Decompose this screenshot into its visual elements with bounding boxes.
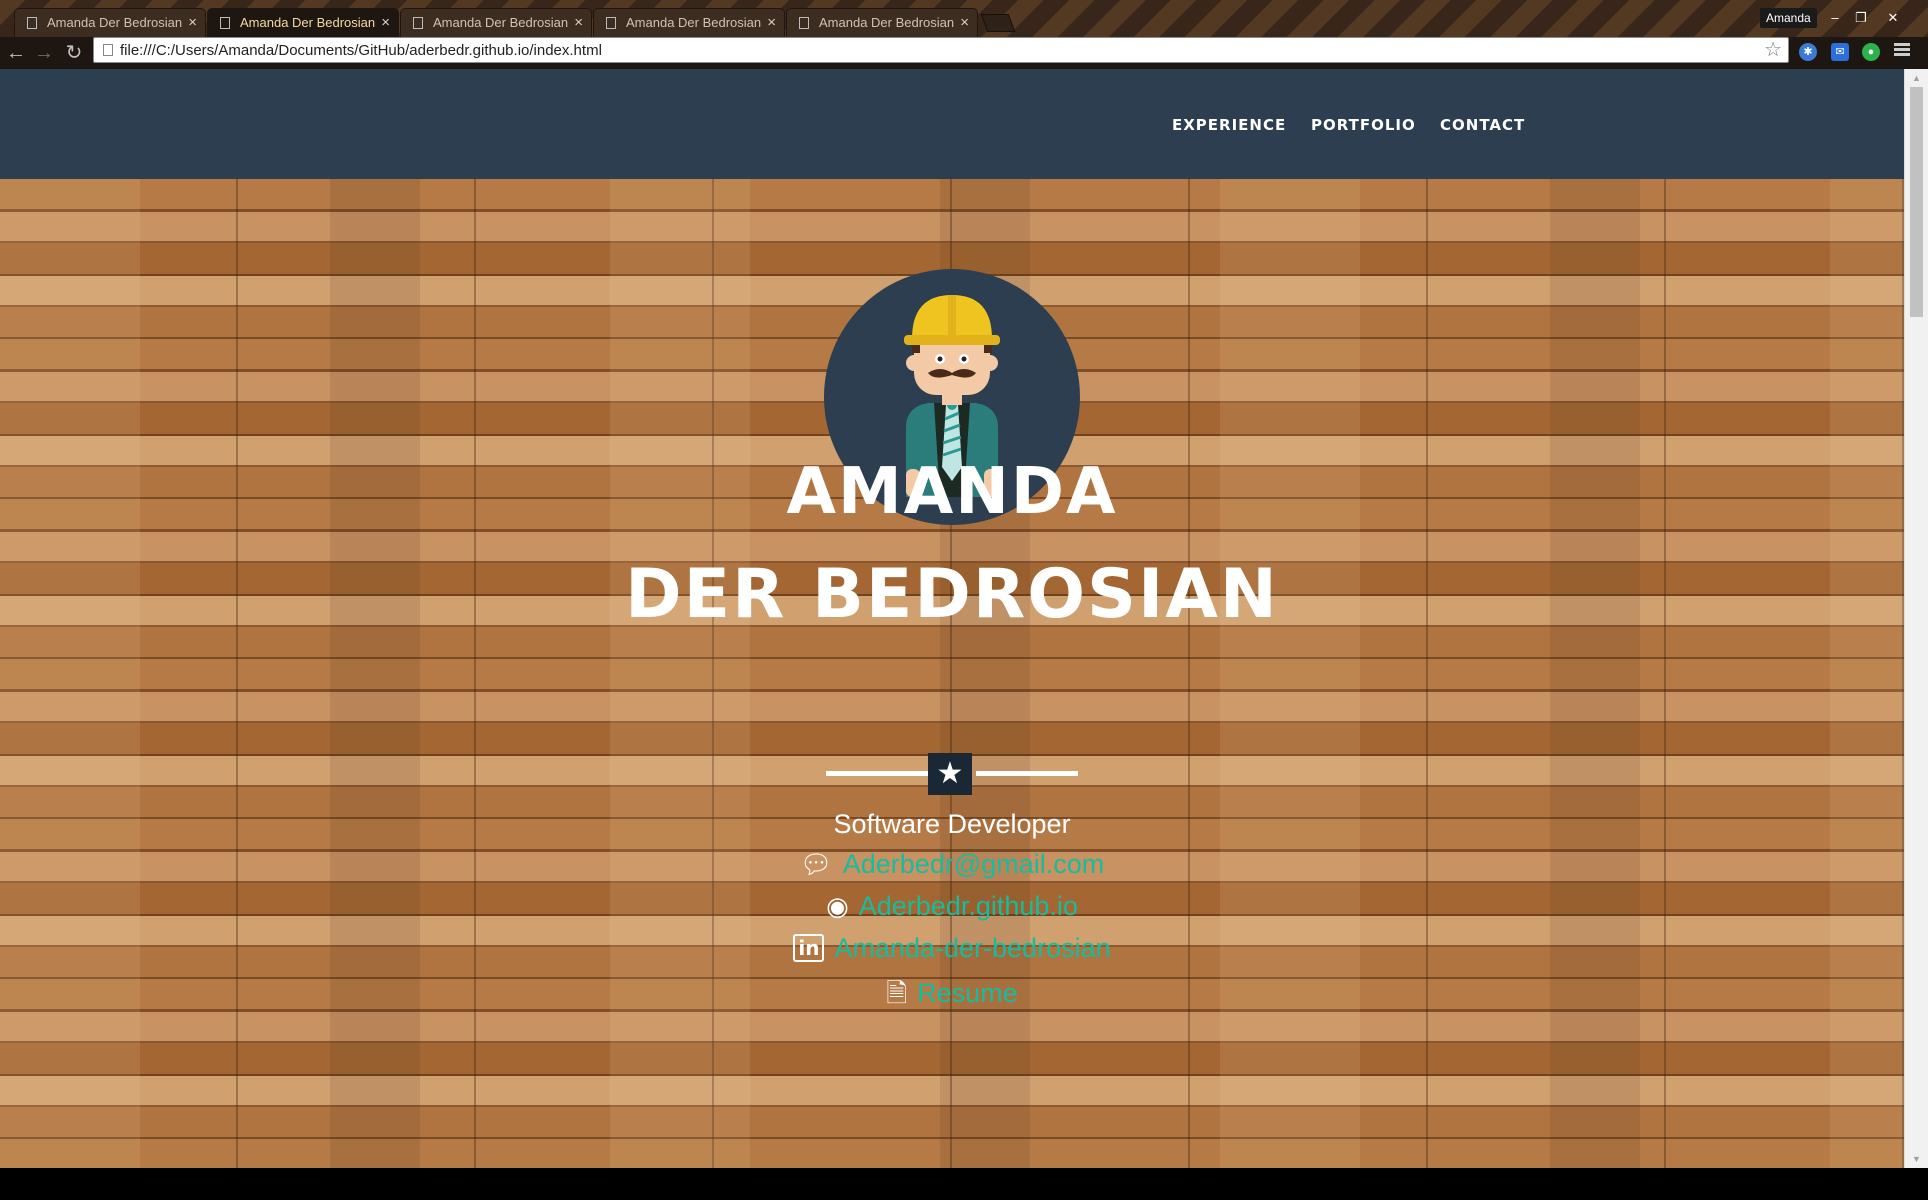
tab-3[interactable]: Amanda Der Bedrosian × (400, 8, 592, 37)
page-viewport: EXPERIENCE PORTFOLIO CONTACT AMANDA DER … (0, 69, 1904, 1168)
url-input[interactable] (120, 40, 1740, 60)
close-icon[interactable]: × (188, 9, 197, 36)
tab-title: Amanda Der Bedrosian (240, 15, 376, 30)
page-icon (27, 17, 37, 29)
page-icon (220, 17, 230, 29)
vertical-scrollbar[interactable]: ▲ ▼ (1904, 69, 1928, 1168)
tab-5[interactable]: Amanda Der Bedrosian × (786, 8, 978, 37)
extension-globe-icon[interactable]: ✱ (1799, 43, 1817, 61)
site-navbar: EXPERIENCE PORTFOLIO CONTACT (0, 69, 1904, 179)
restore-icon[interactable]: ❐ (1848, 8, 1874, 28)
page-icon (413, 17, 423, 29)
address-bar[interactable]: ☆ (93, 37, 1789, 63)
close-icon[interactable]: × (960, 9, 969, 36)
arrow-right-icon[interactable]: → (32, 41, 56, 65)
hero-name-line2: DER BEDROSIAN (625, 555, 1279, 634)
github-icon: ◉ (826, 891, 849, 921)
tab-title: Amanda Der Bedrosian (819, 15, 955, 30)
scroll-up-icon[interactable]: ▲ (1912, 73, 1921, 83)
nav-experience-link[interactable]: EXPERIENCE (1172, 116, 1286, 134)
page-icon (799, 17, 809, 29)
close-icon[interactable]: × (574, 9, 583, 36)
extension-evernote-icon[interactable]: ● (1862, 43, 1880, 61)
hero-subtitle: Software Developer (833, 809, 1071, 839)
new-tab-button[interactable] (980, 14, 1016, 32)
tab-title: Amanda Der Bedrosian (433, 15, 569, 30)
tab-4[interactable]: Amanda Der Bedrosian × (593, 8, 785, 37)
browser-chrome: Amanda Der Bedrosian × Amanda Der Bedros… (0, 0, 1928, 69)
star-outline-icon[interactable]: ☆ (1764, 38, 1782, 62)
pdf-file-icon: 🗎︎ (886, 978, 908, 1008)
close-icon[interactable]: × (767, 9, 776, 36)
resume-link[interactable]: Resume (917, 978, 1018, 1008)
email-link[interactable]: Aderbedr@gmail.com (843, 849, 1105, 879)
hero-name-line1: AMANDA (786, 455, 1118, 529)
tab-title: Amanda Der Bedrosian (47, 15, 183, 30)
tab-strip: Amanda Der Bedrosian × Amanda Der Bedros… (0, 0, 1928, 37)
chat-bubbles-icon: 💬︎ (799, 849, 833, 879)
tab-title: Amanda Der Bedrosian (626, 15, 762, 30)
linkedin-icon: in (793, 934, 825, 962)
minimize-icon[interactable]: – (1822, 8, 1848, 28)
contact-github-row: ◉ Aderbedr.github.io (0, 891, 1904, 922)
scroll-down-icon[interactable]: ▼ (1912, 1154, 1921, 1164)
tab-1[interactable]: Amanda Der Bedrosian × (14, 8, 206, 37)
scroll-thumb[interactable] (1910, 87, 1923, 317)
reload-icon[interactable]: ↻ (62, 41, 86, 65)
tab-2[interactable]: Amanda Der Bedrosian × (207, 8, 399, 37)
linkedin-link[interactable]: Amanda-der-bedrosian (834, 933, 1110, 963)
page-icon (606, 17, 616, 29)
contact-resume-row: 🗎︎ Resume (0, 975, 1904, 1019)
divider-line (976, 771, 1078, 776)
nav-contact-link[interactable]: CONTACT (1440, 116, 1525, 134)
contact-linkedin-row: in Amanda-der-bedrosian (0, 933, 1904, 964)
close-icon[interactable]: × (381, 9, 390, 36)
contact-email-row: 💬︎ Aderbedr@gmail.com (0, 849, 1904, 880)
star-icon: ★ (928, 753, 972, 795)
hamburger-icon[interactable] (1894, 41, 1910, 58)
close-window-icon[interactable]: ✕ (1880, 8, 1906, 28)
taskbar-strip (0, 1168, 1928, 1200)
page-icon (103, 44, 113, 56)
nav-portfolio-link[interactable]: PORTFOLIO (1311, 116, 1416, 134)
profile-button[interactable]: Amanda (1760, 8, 1817, 28)
extension-mail-icon[interactable]: ✉ (1831, 43, 1849, 61)
divider-line (826, 771, 928, 776)
github-link[interactable]: Aderbedr.github.io (859, 891, 1078, 921)
arrow-left-icon[interactable]: ← (4, 41, 28, 65)
